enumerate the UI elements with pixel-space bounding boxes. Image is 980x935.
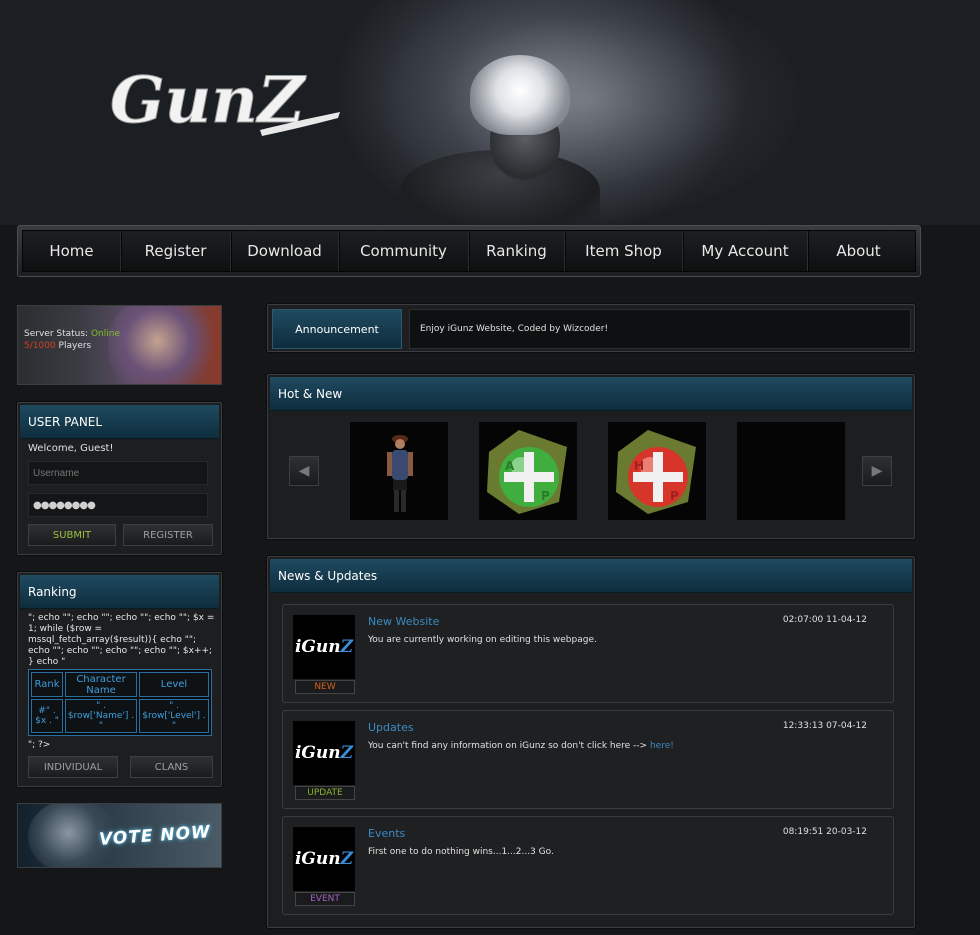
- character-figure-icon: [387, 435, 413, 512]
- news-title-link[interactable]: New Website: [368, 615, 439, 628]
- news-timestamp: 02:07:00 11-04-12: [782, 615, 867, 625]
- ranking-header-rank: Rank: [31, 672, 63, 698]
- news-thumbnail: iGunZ: [293, 615, 355, 679]
- ranking-panel: Ranking "; echo ""; echo ""; echo ""; ec…: [17, 572, 222, 787]
- gunz-logo[interactable]: GunZ: [110, 60, 350, 140]
- ranking-header-level: Level: [139, 672, 209, 698]
- header-banner: GunZ: [0, 0, 980, 225]
- carousel-prev-button[interactable]: ◀: [289, 456, 319, 486]
- server-status-box: Server Status: Online 5/1000 Players: [17, 305, 222, 385]
- submit-button[interactable]: SUBMIT: [28, 524, 116, 546]
- username-input[interactable]: [28, 461, 208, 485]
- ranking-cell-name: " . $row['Name'] . ": [65, 699, 137, 733]
- igunz-logo: iGunZ: [294, 849, 354, 869]
- user-panel: USER PANEL Welcome, Guest! ●●●●●●●● SUBM…: [17, 402, 222, 555]
- nav-download[interactable]: Download: [231, 231, 339, 271]
- hot-new-title: Hot & New: [270, 377, 912, 411]
- server-status-text: Server Status: Online 5/1000 Players: [24, 328, 120, 352]
- svg-text:H: H: [634, 459, 644, 473]
- ranking-code-tail: "; ?>: [28, 740, 51, 750]
- hot-item-character[interactable]: [350, 422, 448, 520]
- server-status-label: Server Status:: [24, 329, 89, 339]
- nav-item-shop[interactable]: Item Shop: [565, 231, 683, 271]
- igunz-logo: iGunZ: [294, 743, 354, 763]
- ranking-cell-level: " . $row['Level'] . ": [139, 699, 209, 733]
- news-timestamp: 08:19:51 20-03-12: [782, 827, 867, 837]
- svg-text:P: P: [541, 489, 550, 503]
- news-thumbnail: iGunZ: [293, 721, 355, 785]
- nav-community[interactable]: Community: [339, 231, 469, 271]
- svg-text:A: A: [505, 459, 515, 473]
- igunz-logo: iGunZ: [294, 637, 354, 657]
- player-count-label: Players: [58, 341, 92, 351]
- nav-ranking[interactable]: Ranking: [469, 231, 565, 271]
- ranking-cell-rank: #" . $x . ": [31, 699, 63, 733]
- nav-my-account[interactable]: My Account: [683, 231, 808, 271]
- announcement-label: Announcement: [272, 309, 402, 349]
- announcement-bar: Announcement Enjoy iGunz Website, Coded …: [267, 304, 915, 352]
- announcement-text: Enjoy iGunz Website, Coded by Wizcoder!: [409, 309, 911, 349]
- ranking-header-name: Character Name: [65, 672, 137, 698]
- hp-potion-icon: H P: [616, 430, 696, 514]
- ap-potion-icon: A P: [487, 430, 567, 514]
- news-body: First one to do nothing wins...1...2...3…: [368, 847, 554, 857]
- welcome-text: Welcome, Guest!: [28, 443, 114, 454]
- news-item: iGunZ EVENT Events 08:19:51 20-03-12 Fir…: [282, 816, 894, 915]
- nav-home[interactable]: Home: [23, 231, 121, 271]
- individual-button[interactable]: INDIVIDUAL: [28, 756, 118, 778]
- news-title: News & Updates: [270, 559, 912, 593]
- ranking-title: Ranking: [20, 575, 219, 609]
- svg-text:P: P: [670, 489, 679, 503]
- ranking-code-text: "; echo ""; echo ""; echo ""; echo ""; $…: [28, 613, 215, 667]
- user-panel-title: USER PANEL: [20, 405, 219, 439]
- server-status-value: Online: [90, 329, 120, 339]
- carousel-next-button[interactable]: ▶: [862, 456, 892, 486]
- register-button[interactable]: REGISTER: [123, 524, 213, 546]
- nav-about[interactable]: About: [808, 231, 909, 271]
- nav-register[interactable]: Register: [121, 231, 231, 271]
- news-title-link[interactable]: Updates: [368, 721, 414, 734]
- arrow-left-icon: ◀: [298, 463, 310, 479]
- news-tag-update: UPDATE: [295, 786, 355, 800]
- ranking-table: Rank Character Name Level #" . $x . " " …: [28, 669, 212, 736]
- clans-button[interactable]: CLANS: [130, 756, 213, 778]
- main-nav: Home Register Download Community Ranking…: [17, 225, 921, 277]
- news-body-text: You can't find any information on iGunz …: [368, 741, 648, 751]
- news-tag-new: NEW: [295, 680, 355, 694]
- news-item: iGunZ NEW New Website 02:07:00 11-04-12 …: [282, 604, 894, 703]
- news-title-link[interactable]: Events: [368, 827, 405, 840]
- hot-item-ap-potion[interactable]: A P: [479, 422, 577, 520]
- news-here-link[interactable]: here!: [650, 741, 674, 751]
- ranking-row: #" . $x . " " . $row['Name'] . " " . $ro…: [31, 699, 209, 733]
- news-timestamp: 12:33:13 07-04-12: [782, 721, 867, 731]
- news-body: You can't find any information on iGunz …: [368, 741, 674, 751]
- ranking-header-row: Rank Character Name Level: [31, 672, 209, 698]
- hot-item-empty[interactable]: [737, 422, 845, 520]
- news-item: iGunZ UPDATE Updates 12:33:13 07-04-12 Y…: [282, 710, 894, 809]
- player-count: 5/1000: [24, 341, 56, 351]
- banner-character-hair: [470, 55, 570, 135]
- news-body: You are currently working on editing thi…: [368, 635, 597, 645]
- arrow-right-icon: ▶: [871, 463, 883, 479]
- vote-now-banner[interactable]: VOTE NOW: [17, 803, 222, 868]
- news-thumbnail: iGunZ: [293, 827, 355, 891]
- password-input[interactable]: ●●●●●●●●: [28, 493, 208, 517]
- hot-item-hp-potion[interactable]: H P: [608, 422, 706, 520]
- news-tag-event: EVENT: [295, 892, 355, 906]
- server-status-character: [108, 306, 218, 384]
